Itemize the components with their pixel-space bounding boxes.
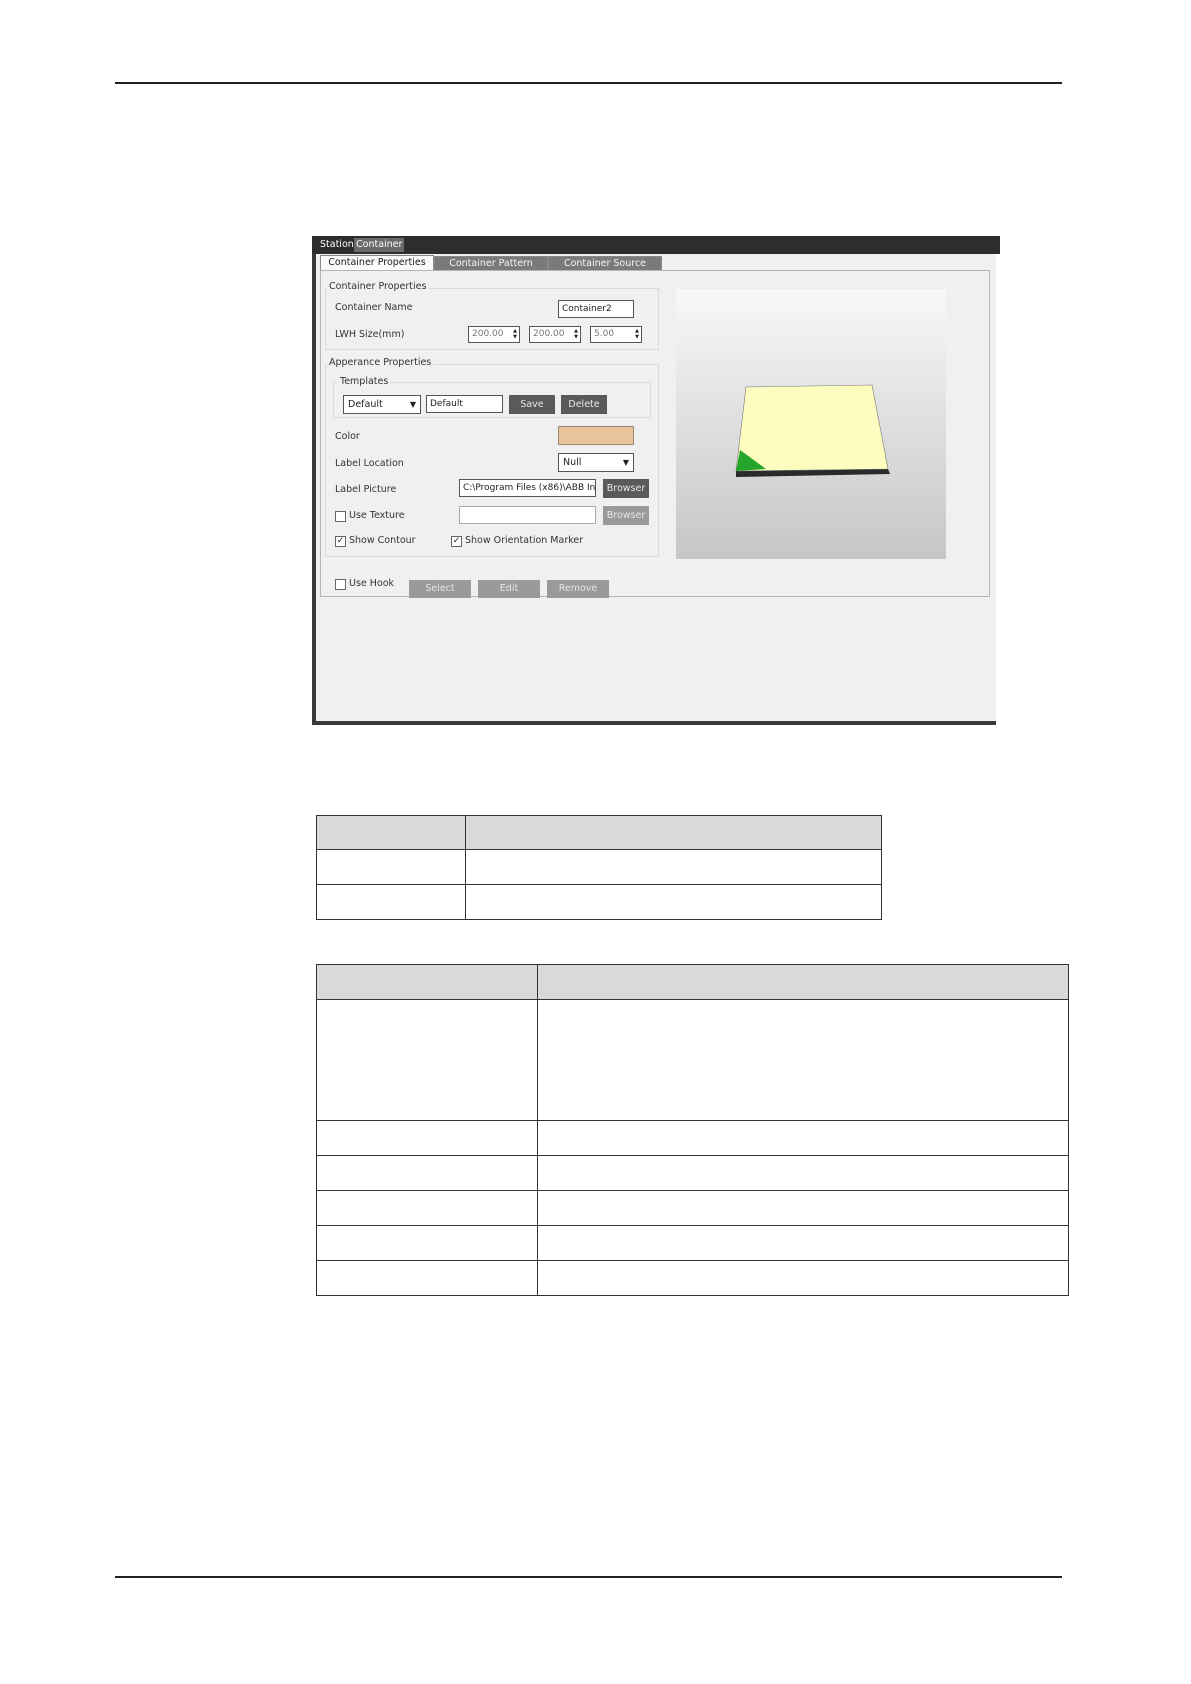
height-stepper[interactable]: 5.00 ▲ ▼	[590, 326, 642, 343]
save-button[interactable]: Save	[509, 395, 555, 414]
tab-container-properties[interactable]: Container Properties	[320, 255, 434, 271]
container-top-face	[735, 384, 889, 472]
show-orientation-label: Show Orientation Marker	[465, 535, 584, 546]
template-select[interactable]: Default ▼	[343, 395, 421, 414]
table-header-cell	[316, 964, 538, 1000]
table-row	[316, 1190, 1069, 1226]
table-header-cell	[537, 964, 1069, 1000]
width-stepper[interactable]: 200.00 ▲ ▼	[529, 326, 581, 343]
length-stepper[interactable]: 200.00 ▲ ▼	[468, 326, 520, 343]
tab-container[interactable]: Container	[354, 238, 405, 252]
top-tab-bar: Station Container	[312, 236, 1000, 254]
table-cell	[537, 999, 1069, 1121]
table-header-cell	[316, 815, 466, 850]
header-rule	[115, 82, 1062, 84]
table-cell	[465, 849, 882, 885]
show-contour-checkbox[interactable]: ✓	[335, 536, 346, 547]
table-cell	[316, 1120, 538, 1156]
texture-path-input[interactable]	[459, 506, 596, 524]
container-preview-svg	[735, 384, 890, 477]
table-row	[316, 1120, 1069, 1156]
table-row	[316, 1225, 1069, 1261]
table-cell	[316, 1190, 538, 1226]
chevron-down-icon: ▼	[409, 400, 416, 409]
tab-container-source[interactable]: Container Source	[548, 256, 662, 270]
table-cell	[316, 849, 466, 885]
tab-container-pattern[interactable]: Container Pattern	[434, 256, 548, 270]
use-hook-label: Use Hook	[349, 578, 395, 589]
table-cell	[465, 884, 882, 920]
table-cell	[316, 1260, 538, 1296]
table-header-row	[316, 964, 1069, 1000]
table-cell	[316, 1155, 538, 1191]
table-row	[316, 1155, 1069, 1191]
delete-button[interactable]: Delete	[561, 395, 607, 414]
use-hook-checkbox[interactable]	[335, 579, 346, 590]
tab-station[interactable]: Station	[318, 238, 356, 252]
table-header-row	[316, 815, 882, 850]
table-cell	[537, 1260, 1069, 1296]
show-contour-label: Show Contour	[349, 535, 416, 546]
appearance-title: Apperance Properties	[327, 357, 434, 368]
footer-rule	[115, 1576, 1062, 1578]
table-header-cell	[465, 815, 882, 850]
table-row	[316, 884, 882, 920]
template-name-input[interactable]: Default	[426, 395, 503, 413]
table-cell	[537, 1155, 1069, 1191]
container-name-label: Container Name	[335, 302, 413, 313]
width-value: 200.00	[533, 329, 565, 339]
label-picture-input[interactable]: C:\Program Files (x86)\ABB Indus	[459, 479, 596, 497]
label-picture-label: Label Picture	[335, 484, 397, 495]
hook-edit-button[interactable]: Edit	[478, 580, 540, 598]
label-picture-browser-button[interactable]: Browser	[603, 479, 649, 498]
height-value: 5.00	[594, 329, 615, 339]
container-3d-preview[interactable]	[676, 289, 946, 559]
table-cell	[537, 1225, 1069, 1261]
show-orientation-checkbox[interactable]: ✓	[451, 536, 462, 547]
label-location-value: Null	[563, 457, 582, 468]
label-location-select[interactable]: Null ▼	[558, 453, 634, 472]
use-texture-label: Use Texture	[349, 510, 405, 521]
color-picker[interactable]	[558, 426, 634, 445]
container-window: Station Container Container Properties C…	[312, 236, 1000, 725]
chevron-down-icon: ▼	[622, 458, 629, 467]
table-row	[316, 999, 1069, 1121]
hook-remove-button[interactable]: Remove	[547, 580, 609, 598]
table-1	[316, 815, 882, 920]
stepper-arrows-icon[interactable]: ▲ ▼	[574, 328, 578, 340]
hook-select-button[interactable]: Select	[409, 580, 471, 598]
stepper-arrows-icon[interactable]: ▲ ▼	[513, 328, 517, 340]
texture-browser-button[interactable]: Browser	[603, 506, 649, 525]
table-cell	[316, 884, 466, 920]
lwh-size-label: LWH Size(mm)	[335, 329, 405, 340]
template-select-value: Default	[348, 399, 383, 410]
templates-label: Templates	[338, 376, 391, 387]
table-cell	[316, 1225, 538, 1261]
table-row	[316, 1260, 1069, 1296]
table-cell	[537, 1190, 1069, 1226]
stepper-arrows-icon[interactable]: ▲ ▼	[635, 328, 639, 340]
table-cell	[537, 1120, 1069, 1156]
container-name-input[interactable]: Container2	[558, 300, 634, 318]
color-label: Color	[335, 431, 360, 442]
table-cell	[316, 999, 538, 1121]
table-row	[316, 849, 882, 885]
property-tabs: Container Properties Container Pattern C…	[316, 255, 996, 271]
table-2	[316, 964, 1069, 1296]
label-location-label: Label Location	[335, 458, 404, 469]
container-properties-title: Container Properties	[327, 281, 429, 292]
use-texture-checkbox[interactable]	[335, 511, 346, 522]
length-value: 200.00	[472, 329, 504, 339]
